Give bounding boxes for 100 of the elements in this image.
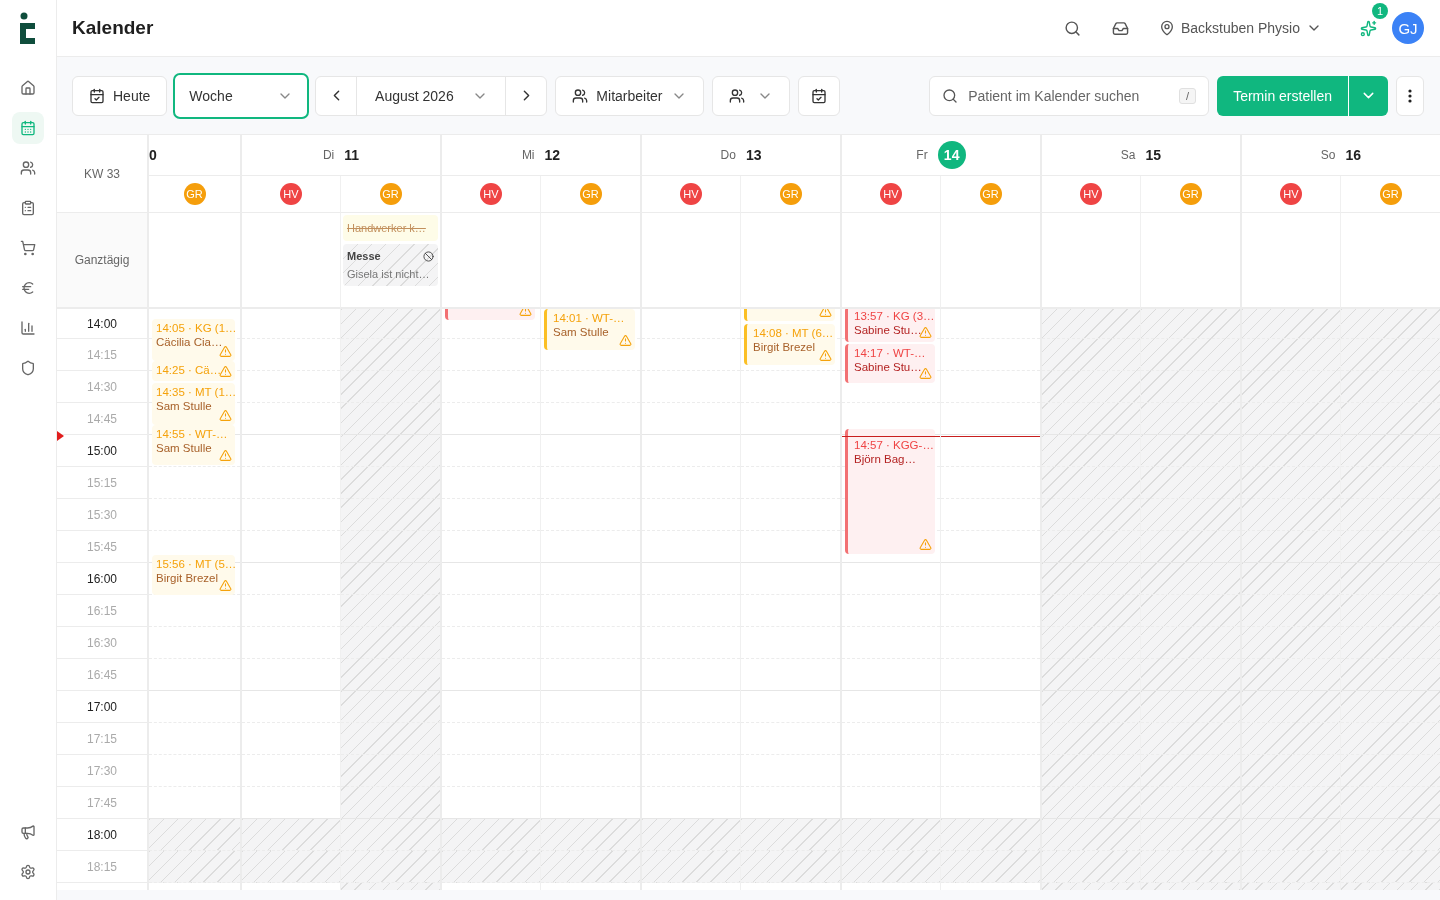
appointment-time: 13:57 · KG (3… [854,310,931,322]
create-menu-button[interactable] [1348,75,1388,116]
time-label: 17:00 [57,691,147,723]
time-label: 16:45 [57,659,147,691]
appointment-card[interactable]: 14:01 · WT-… Sam Stulle [544,309,635,350]
view-select[interactable]: Woche [173,72,310,119]
appointment-time: 14:08 · MT (6… [753,327,831,339]
calendar-check-icon [89,87,105,104]
day-date: 0 [149,147,157,163]
home-icon [20,80,36,96]
appointment-card[interactable]: 14:08 · MT (6… Birgit Brezel [744,324,835,365]
staff-avatar: HV [880,183,902,205]
nav-item[interactable] [12,112,44,144]
day-date: 15 [1145,147,1162,163]
appointment-card[interactable]: 14:35 · MT (1… Sam Stulle [152,383,235,425]
patient-name: Sam Stulle [156,400,213,412]
group-filter[interactable] [711,75,790,116]
weekday-label: So [1320,148,1336,162]
absence-card[interactable]: Messe Gisela ist nicht… [343,244,438,286]
patient-name: Birgit Brezel [156,572,219,584]
time-label: 18:15 [57,851,147,883]
all-day-label: Ganztägig [57,213,147,309]
staff-avatar: GR [183,183,206,205]
more-icon [1408,88,1412,103]
search-icon [942,87,959,104]
time-label: 14:15 [57,339,147,371]
time-label: 14:00 [57,309,147,339]
settings-icon [20,864,36,880]
shield-icon [20,360,36,376]
map-pin-icon [1158,20,1175,36]
absence-title: Messe [347,250,381,262]
users-icon [728,87,745,104]
staff-filter[interactable]: Mitarbeiter [555,75,704,116]
weekday-label: Fr [916,148,928,162]
patient-name: Sam Stulle [156,442,213,454]
time-label: 16:30 [57,627,147,659]
patient-name: Sabine Stu… [854,361,923,373]
appointment-card[interactable]: 14:05 · KG (1… Cäcilia Cia… [152,319,235,361]
appointment-time: 14:57 · KGG-… [854,439,931,451]
staff-avatar: GR [1179,183,1202,205]
day-date: 12 [544,147,561,163]
inbox-icon [1112,19,1130,37]
patient-name: Sam Stulle [553,326,610,338]
appointment-card[interactable]: 14:55 · WT-… Sam Stulle [152,425,235,465]
time-label: 15:30 [57,499,147,531]
staff-avatar: HV [1280,183,1302,205]
weekday-label: Mi [521,148,535,162]
staff-avatar: HV [680,183,702,205]
patient-name: Birgit Brezel [753,341,816,353]
time-label: 15:45 [57,531,147,563]
bar-chart-icon [20,320,36,336]
time-label: 16:15 [57,595,147,627]
staff-avatar: GR [1379,183,1402,205]
more-button[interactable] [1396,75,1424,116]
notification-badge: 1 [1372,3,1388,19]
shortcut-key: / [1179,87,1197,104]
appointment-card[interactable]: 15:56 · MT (5… Birgit Brezel [152,555,235,595]
sparkles-icon [1359,19,1377,37]
users-icon [572,87,589,104]
time-label: 18:00 [57,819,147,851]
date-picker-button[interactable] [797,75,840,116]
weekday-label: Di [322,148,335,162]
appointment-time: 14:17 · WT-… [854,347,927,359]
day-date: 13 [745,147,762,163]
appointment-card[interactable]: 14:17 · WT-… Sabine Stu… [845,344,935,383]
time-label: 17:45 [57,787,147,819]
appointment-card[interactable]: 14:57 · KGG-… Björn Bag… [845,429,935,554]
page-title: Kalender [72,17,154,39]
staff-avatar: GR [579,183,602,205]
calendar-check-icon [810,87,827,104]
weekday-label: Do [720,148,736,162]
time-label: 17:15 [57,723,147,755]
megaphone-icon [20,824,36,840]
search-field[interactable]: Patient im Kalender suchen / [929,75,1210,116]
staff-avatar: GR [379,183,402,205]
today-button[interactable]: Heute [72,75,168,116]
cart-icon [20,240,36,256]
time-label: 14:30 [57,371,147,403]
clipboard-icon [20,200,36,216]
appointment-time: 14:01 · WT-… [553,312,626,324]
staff-avatar: HV [1080,183,1102,205]
time-label: 17:30 [57,755,147,787]
euro-icon [20,280,36,296]
weekday-label: Sa [1120,148,1136,162]
location-selector[interactable]: Backstuben Physio [1144,12,1336,44]
user-avatar[interactable]: GJ [1392,12,1424,44]
patient-name: Sabine Stu… [854,324,923,336]
day-date: 16 [1345,147,1362,163]
today-date: 14 [937,141,966,169]
appointment-time: 14:55 · WT-… [156,428,229,440]
staff-avatar: HV [480,183,502,205]
absence-note: Gisela ist nicht… [347,268,431,280]
calendar-icon [20,120,36,136]
users-icon [20,160,36,176]
appointment-card[interactable]: 13:57 · KG (3… Sabine Stu… [845,309,935,342]
time-label: 16:00 [57,563,147,595]
ban-icon [423,250,434,262]
day-date: 11 [344,147,360,163]
patient-name: Cäcilia Cia… [156,336,224,348]
staff-avatar: GR [979,183,1002,205]
